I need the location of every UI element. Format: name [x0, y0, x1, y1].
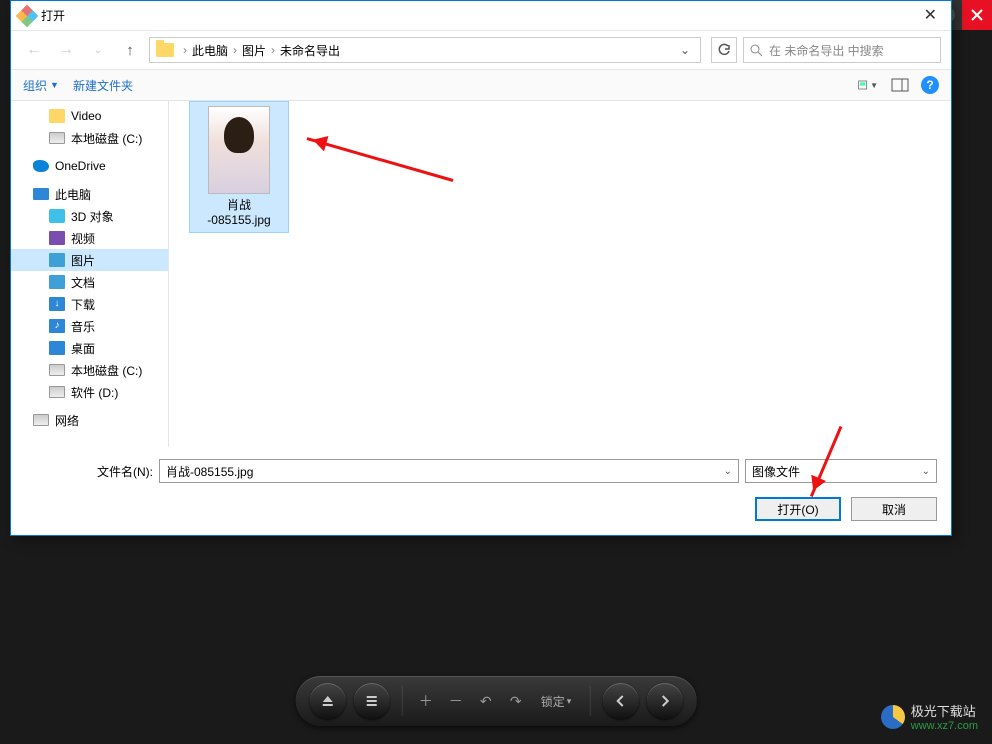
download-icon — [49, 297, 65, 311]
dialog-body: Video 本地磁盘 (C:) OneDrive 此电脑 3D 对象 视频 图片… — [11, 101, 951, 447]
new-folder-button[interactable]: 新建文件夹 — [73, 77, 133, 94]
disk-icon — [49, 364, 65, 376]
dialog-close-button[interactable]: ✕ — [916, 3, 945, 27]
tree-item-video[interactable]: Video — [11, 105, 168, 127]
next-button[interactable] — [646, 683, 682, 719]
filetype-select[interactable]: 图像文件 ⌄ — [745, 459, 937, 483]
open-dialog: 打开 ✕ ← → ⌄ ↑ › 此电脑 › 图片 › 未命名导出 ⌄ — [10, 0, 952, 536]
cube-icon — [49, 209, 65, 223]
tree-item-local-c[interactable]: 本地磁盘 (C:) — [11, 127, 168, 149]
file-list[interactable]: 肖战-085155.jpg — [169, 101, 951, 447]
lock-toggle[interactable]: 锁定▾ — [541, 693, 572, 710]
tree-item-music[interactable]: 音乐 — [11, 315, 168, 337]
desktop-icon — [49, 341, 65, 355]
cancel-button[interactable]: 取消 — [851, 497, 937, 521]
breadcrumb-bar[interactable]: › 此电脑 › 图片 › 未命名导出 ⌄ — [149, 37, 701, 63]
nav-row: ← → ⌄ ↑ › 此电脑 › 图片 › 未命名导出 ⌄ 在 未命名导出 中搜索 — [11, 31, 951, 69]
chevron-down-icon[interactable]: ⌄ — [922, 466, 930, 477]
file-name-label: 肖战-085155.jpg — [207, 198, 270, 228]
tree-item-soft-d[interactable]: 软件 (D:) — [11, 381, 168, 403]
tree-item-downloads[interactable]: 下载 — [11, 293, 168, 315]
toolbar-row: 组织▼ 新建文件夹 ▼ ? — [11, 69, 951, 101]
network-icon — [33, 414, 49, 426]
disk-icon — [49, 386, 65, 398]
rotate-left-button[interactable]: ↶ — [475, 690, 497, 712]
zoom-in-button[interactable]: ＋ — [415, 690, 437, 712]
nav-recent-dropdown[interactable]: ⌄ — [85, 37, 111, 63]
rotate-right-button[interactable]: ↷ — [505, 690, 527, 712]
prev-button[interactable] — [602, 683, 638, 719]
tree-item-pictures[interactable]: 图片 — [11, 249, 168, 271]
folder-icon — [49, 109, 65, 123]
search-input[interactable]: 在 未命名导出 中搜索 — [743, 37, 941, 63]
watermark-logo-icon — [881, 705, 905, 729]
chevron-down-icon[interactable]: ⌄ — [724, 466, 732, 477]
file-thumbnail — [208, 106, 270, 194]
pc-icon — [33, 188, 49, 200]
organize-menu[interactable]: 组织▼ — [23, 77, 59, 94]
zoom-out-button[interactable]: － — [445, 690, 467, 712]
nav-forward-button[interactable]: → — [53, 37, 79, 63]
nav-tree: Video 本地磁盘 (C:) OneDrive 此电脑 3D 对象 视频 图片… — [11, 101, 169, 447]
filename-input[interactable]: 肖战-085155.jpg ⌄ — [159, 459, 739, 483]
app-close-button[interactable] — [962, 0, 992, 30]
watermark-url: www.xz7.com — [911, 720, 978, 732]
dialog-title: 打开 — [41, 7, 65, 24]
tree-item-desktop[interactable]: 桌面 — [11, 337, 168, 359]
search-placeholder: 在 未命名导出 中搜索 — [769, 42, 884, 59]
app-frame: ＋ － ↶ ↷ 锁定▾ 极光下载站 www.xz7.com 打开 ✕ ← → ⌄… — [0, 0, 992, 744]
tree-item-local-c2[interactable]: 本地磁盘 (C:) — [11, 359, 168, 381]
breadcrumb-root[interactable]: 此电脑 — [192, 42, 228, 59]
breadcrumb-dropdown-icon[interactable]: ⌄ — [680, 43, 694, 57]
annotation-arrow-1 — [306, 137, 453, 182]
document-icon — [49, 275, 65, 289]
tree-item-network[interactable]: 网络 — [11, 409, 168, 431]
tree-item-this-pc[interactable]: 此电脑 — [11, 183, 168, 205]
watermark: 极光下载站 www.xz7.com — [881, 701, 978, 732]
menu-button[interactable] — [354, 683, 390, 719]
player-toolbar: ＋ － ↶ ↷ 锁定▾ — [296, 676, 697, 726]
open-button[interactable]: 打开(O) — [755, 497, 841, 521]
preview-pane-button[interactable] — [889, 76, 911, 94]
dialog-app-icon — [16, 4, 39, 27]
music-icon — [49, 319, 65, 333]
search-icon — [750, 44, 763, 57]
breadcrumb-folder2[interactable]: 未命名导出 — [280, 42, 340, 59]
view-mode-button[interactable]: ▼ — [857, 76, 879, 94]
help-button[interactable]: ? — [921, 76, 939, 94]
disk-icon — [49, 132, 65, 144]
onedrive-icon — [33, 160, 49, 172]
picture-icon — [49, 253, 65, 267]
folder-icon — [156, 43, 174, 57]
filename-label: 文件名(N): — [85, 463, 153, 480]
nav-up-button[interactable]: ↑ — [117, 37, 143, 63]
breadcrumb-folder1[interactable]: 图片 — [242, 42, 266, 59]
tree-item-documents[interactable]: 文档 — [11, 271, 168, 293]
tree-item-onedrive[interactable]: OneDrive — [11, 155, 168, 177]
dialog-titlebar: 打开 ✕ — [11, 1, 951, 31]
tree-item-3d[interactable]: 3D 对象 — [11, 205, 168, 227]
tree-item-videos[interactable]: 视频 — [11, 227, 168, 249]
video-icon — [49, 231, 65, 245]
eject-button[interactable] — [310, 683, 346, 719]
nav-back-button[interactable]: ← — [21, 37, 47, 63]
dialog-footer: 文件名(N): 肖战-085155.jpg ⌄ 图像文件 ⌄ 打开(O) 取消 — [11, 447, 951, 535]
refresh-button[interactable] — [711, 37, 737, 63]
watermark-title: 极光下载站 — [911, 701, 978, 720]
file-item-selected[interactable]: 肖战-085155.jpg — [189, 101, 289, 233]
